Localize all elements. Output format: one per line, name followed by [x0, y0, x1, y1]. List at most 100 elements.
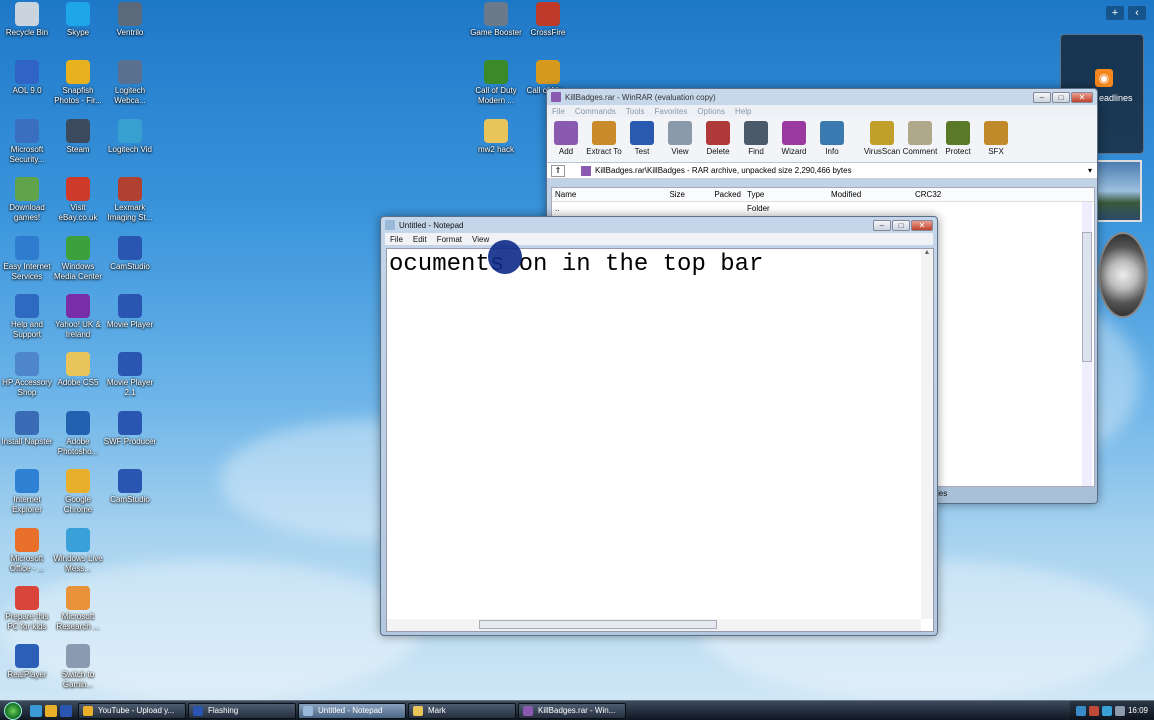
desktop-icon[interactable]: Adobe Photosho...: [51, 410, 105, 457]
notepad-vertical-scrollbar[interactable]: ▲: [921, 249, 933, 619]
file-row[interactable]: .. Folder: [552, 202, 1094, 216]
desktop-icon-label: CamStudio: [110, 261, 150, 271]
desktop-icon[interactable]: Game Booster: [469, 2, 523, 38]
desktop-icon[interactable]: Easy Internet Services: [0, 235, 54, 282]
desktop-icon[interactable]: Download games!: [0, 177, 54, 223]
winrar-titlebar[interactable]: KillBadges.rar - WinRAR (evaluation copy…: [547, 89, 1097, 105]
sidebar-scroll-button[interactable]: ‹: [1128, 6, 1146, 20]
desktop-icon[interactable]: Visit eBay.co.uk: [51, 177, 105, 223]
notepad-titlebar[interactable]: Untitled - Notepad – □ ✕: [381, 217, 937, 233]
menu-item[interactable]: File: [385, 235, 408, 244]
minimize-button[interactable]: –: [873, 219, 891, 231]
winrar-app-icon: [551, 92, 561, 102]
desktop-icon[interactable]: Call of Duty Modern ...: [469, 60, 523, 106]
desktop-icon[interactable]: Microsoft Research ...: [51, 586, 105, 632]
desktop-icon[interactable]: Skype: [51, 2, 105, 38]
notepad-horizontal-scrollbar[interactable]: [387, 619, 921, 631]
menu-item[interactable]: View: [467, 235, 494, 244]
desktop-icon[interactable]: RealPlayer: [0, 644, 54, 680]
taskbar-button[interactable]: Flashing: [188, 702, 296, 719]
desktop-icon[interactable]: Yahoo! UK & Ireland: [51, 294, 105, 340]
menu-item[interactable]: File: [547, 107, 570, 116]
desktop-icon[interactable]: Snapfish Photos - Fir...: [51, 60, 105, 106]
toolbar-button[interactable]: View: [661, 121, 699, 156]
close-button[interactable]: ✕: [1071, 91, 1093, 103]
column-header[interactable]: Modified: [828, 188, 912, 201]
menu-item[interactable]: Commands: [570, 107, 621, 116]
desktop-icon[interactable]: Install Napster: [0, 410, 54, 447]
column-header[interactable]: Name: [552, 188, 632, 201]
menu-item[interactable]: Options: [692, 107, 730, 116]
maximize-button[interactable]: □: [892, 219, 910, 231]
desktop-icon[interactable]: Logitech Vid: [103, 118, 157, 155]
research-icon: [66, 586, 90, 610]
desktop-icon[interactable]: Switch to Gamin...: [51, 644, 105, 690]
taskbar-button[interactable]: YouTube - Upload y...: [78, 702, 186, 719]
desktop-icon[interactable]: Help and Support: [0, 294, 54, 340]
notepad-text-area[interactable]: ocuments on in the top bar ▲: [386, 248, 934, 632]
desktop-icon[interactable]: Windows Live Mess...: [51, 527, 105, 574]
security-tray-icon[interactable]: [1088, 705, 1099, 716]
desktop-icon[interactable]: CamStudio: [103, 469, 157, 505]
start-button[interactable]: [0, 701, 26, 720]
desktop-icon[interactable]: Movie Player 2.1: [103, 352, 157, 398]
toolbar-button[interactable]: Info: [813, 121, 851, 156]
desktop-icon[interactable]: Logitech Webca...: [103, 60, 157, 106]
toolbar-button[interactable]: VirusScan: [863, 121, 901, 156]
desktop-icon[interactable]: Steam: [51, 118, 105, 155]
path-dropdown-icon[interactable]: ▾: [1083, 166, 1097, 175]
desktop-icon[interactable]: Ventrilo: [103, 2, 157, 38]
desktop-icon[interactable]: SWF Producer: [103, 410, 157, 447]
clock[interactable]: 16:09: [1128, 706, 1148, 715]
desktop-icon[interactable]: Prepare this PC for kids: [0, 586, 54, 632]
messenger-tray-icon[interactable]: [1101, 705, 1112, 716]
close-button[interactable]: ✕: [911, 219, 933, 231]
desktop-icon[interactable]: Microsoft Office - ...: [0, 527, 54, 574]
desktop-icon[interactable]: Google Chrome: [51, 469, 105, 515]
taskbar-button[interactable]: KillBadges.rar - Win...: [518, 702, 626, 719]
desktop-icon[interactable]: HP Accessory Shop: [0, 352, 54, 398]
column-header[interactable]: Packed: [688, 188, 744, 201]
menu-item[interactable]: Tools: [621, 107, 650, 116]
column-header[interactable]: Size: [632, 188, 688, 201]
quick-launch-ie-icon[interactable]: [30, 704, 42, 717]
menu-item[interactable]: Format: [432, 235, 467, 244]
up-folder-button[interactable]: ⇑: [551, 164, 565, 177]
menu-item[interactable]: Help: [730, 107, 756, 116]
column-header[interactable]: CRC32: [912, 188, 972, 201]
toolbar-button[interactable]: Add: [547, 121, 585, 156]
desktop-icon[interactable]: mw2 hack: [469, 118, 523, 155]
maximize-button[interactable]: □: [1052, 91, 1070, 103]
column-header[interactable]: Type: [744, 188, 828, 201]
volume-icon[interactable]: [1114, 705, 1125, 716]
toolbar-button[interactable]: Comment: [901, 121, 939, 156]
taskbar-button[interactable]: Mark: [408, 702, 516, 719]
desktop-icon[interactable]: Adobe CS5: [51, 352, 105, 388]
toolbar-button[interactable]: Delete: [699, 121, 737, 156]
add-gadget-button[interactable]: +: [1106, 6, 1124, 20]
desktop-icon[interactable]: Lexmark Imaging St...: [103, 177, 157, 223]
toolbar-button[interactable]: Extract To: [585, 121, 623, 156]
desktop-icon[interactable]: Windows Media Center: [51, 235, 105, 282]
desktop-icon[interactable]: Microsoft Security...: [0, 118, 54, 165]
slideshow-gadget[interactable]: [1094, 160, 1142, 222]
desktop-icon[interactable]: AOL 9.0: [0, 60, 54, 96]
desktop-icon[interactable]: CrossFire: [521, 2, 575, 38]
desktop-icon[interactable]: CamStudio: [103, 235, 157, 272]
toolbar-button[interactable]: Protect: [939, 121, 977, 156]
quick-launch-chrome-icon[interactable]: [45, 704, 57, 717]
toolbar-button[interactable]: SFX: [977, 121, 1015, 156]
quick-launch-desktop-icon[interactable]: [60, 704, 72, 717]
menu-item[interactable]: Favorites: [649, 107, 692, 116]
toolbar-button[interactable]: Wizard: [775, 121, 813, 156]
toolbar-button[interactable]: Find: [737, 121, 775, 156]
desktop-icon[interactable]: Recycle Bin: [0, 2, 54, 38]
network-icon[interactable]: [1075, 705, 1086, 716]
minimize-button[interactable]: –: [1033, 91, 1051, 103]
taskbar-button[interactable]: Untitled - Notepad: [298, 702, 406, 719]
file-list-scrollbar[interactable]: [1082, 202, 1092, 486]
menu-item[interactable]: Edit: [408, 235, 432, 244]
desktop-icon[interactable]: Movie Player: [103, 294, 157, 330]
desktop-icon[interactable]: Internet Explorer: [0, 469, 54, 515]
toolbar-button[interactable]: Test: [623, 121, 661, 156]
